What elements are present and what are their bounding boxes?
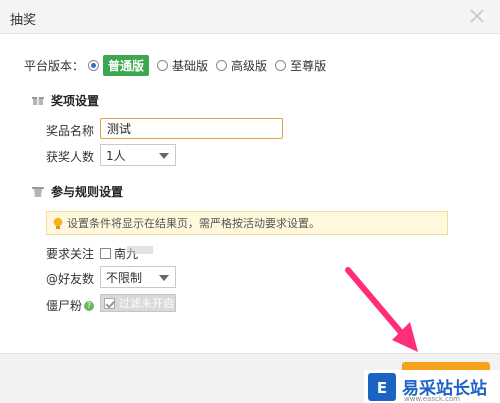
help-icon[interactable]: ?	[84, 300, 95, 311]
notice-text: 设置条件将显示在结果页，需严格按活动要求设置。	[67, 217, 320, 230]
redaction-mark	[127, 246, 153, 254]
watermark-url: www.easck.com	[404, 395, 461, 403]
radio-dot	[216, 60, 228, 71]
prize-count-label: 获奖人数	[46, 150, 95, 164]
section-title: 奖项设置	[51, 94, 100, 108]
section-title: 参与规则设置	[51, 185, 124, 199]
prize-count-row: 获奖人数	[46, 148, 94, 165]
radio-label: 普通版	[103, 55, 150, 76]
platform-label: 平台版本：	[24, 59, 85, 73]
select-value: 1人	[106, 148, 126, 163]
rules-section-heading: 参与规则设置	[32, 183, 123, 200]
checkbox	[104, 297, 115, 309]
friends-label: @好友数	[46, 272, 95, 286]
radio-dot	[88, 60, 100, 71]
prize-name-row: 奖品名称	[46, 122, 94, 139]
radio-base[interactable]: 基础版	[157, 57, 208, 74]
chevron-down-icon	[159, 153, 169, 159]
lightbulb-icon	[53, 217, 63, 229]
dialog-title: 抽奖	[10, 13, 37, 28]
zombie-filter-toggle[interactable]: 过滤未开启	[100, 294, 176, 312]
chevron-down-icon	[159, 275, 169, 281]
zombie-label: 僵尸粉	[46, 299, 83, 313]
friends-select[interactable]: 不限制	[100, 266, 176, 288]
radio-label: 至尊版	[290, 59, 327, 73]
radio-advanced[interactable]: 高级版	[216, 57, 267, 74]
radio-dot	[275, 60, 287, 71]
prize-count-select[interactable]: 1人	[100, 144, 176, 166]
watermark-logo: E	[368, 372, 396, 401]
dialog-titlebar: 抽奖	[0, 0, 500, 34]
platform-row: 平台版本： 普通版 基础版 高级版 至尊版	[24, 55, 334, 76]
follow-checkbox[interactable]	[100, 248, 111, 259]
follow-label: 要求关注	[46, 247, 95, 261]
rules-notice: 设置条件将显示在结果页，需严格按活动要求设置。	[46, 211, 448, 235]
radio-dot	[157, 60, 169, 71]
svg-text:E: E	[377, 379, 387, 397]
trash-bin-icon	[32, 187, 44, 197]
zombie-filter-label: 过滤未开启	[119, 297, 174, 310]
radio-basic-normal[interactable]: 普通版	[88, 55, 150, 76]
select-value: 不限制	[106, 270, 143, 285]
radio-label: 基础版	[172, 59, 209, 73]
prize-name-input[interactable]	[100, 118, 283, 139]
prize-section-heading: 奖项设置	[32, 92, 99, 109]
radio-label: 高级版	[231, 59, 268, 73]
gift-icon	[32, 97, 44, 105]
prize-name-label: 奖品名称	[46, 124, 95, 138]
zombie-row: 僵尸粉 ?	[46, 297, 95, 314]
follow-row: 要求关注	[46, 245, 94, 262]
close-icon[interactable]	[468, 7, 486, 25]
friends-row: @好友数	[46, 270, 94, 287]
radio-premium[interactable]: 至尊版	[275, 57, 326, 74]
